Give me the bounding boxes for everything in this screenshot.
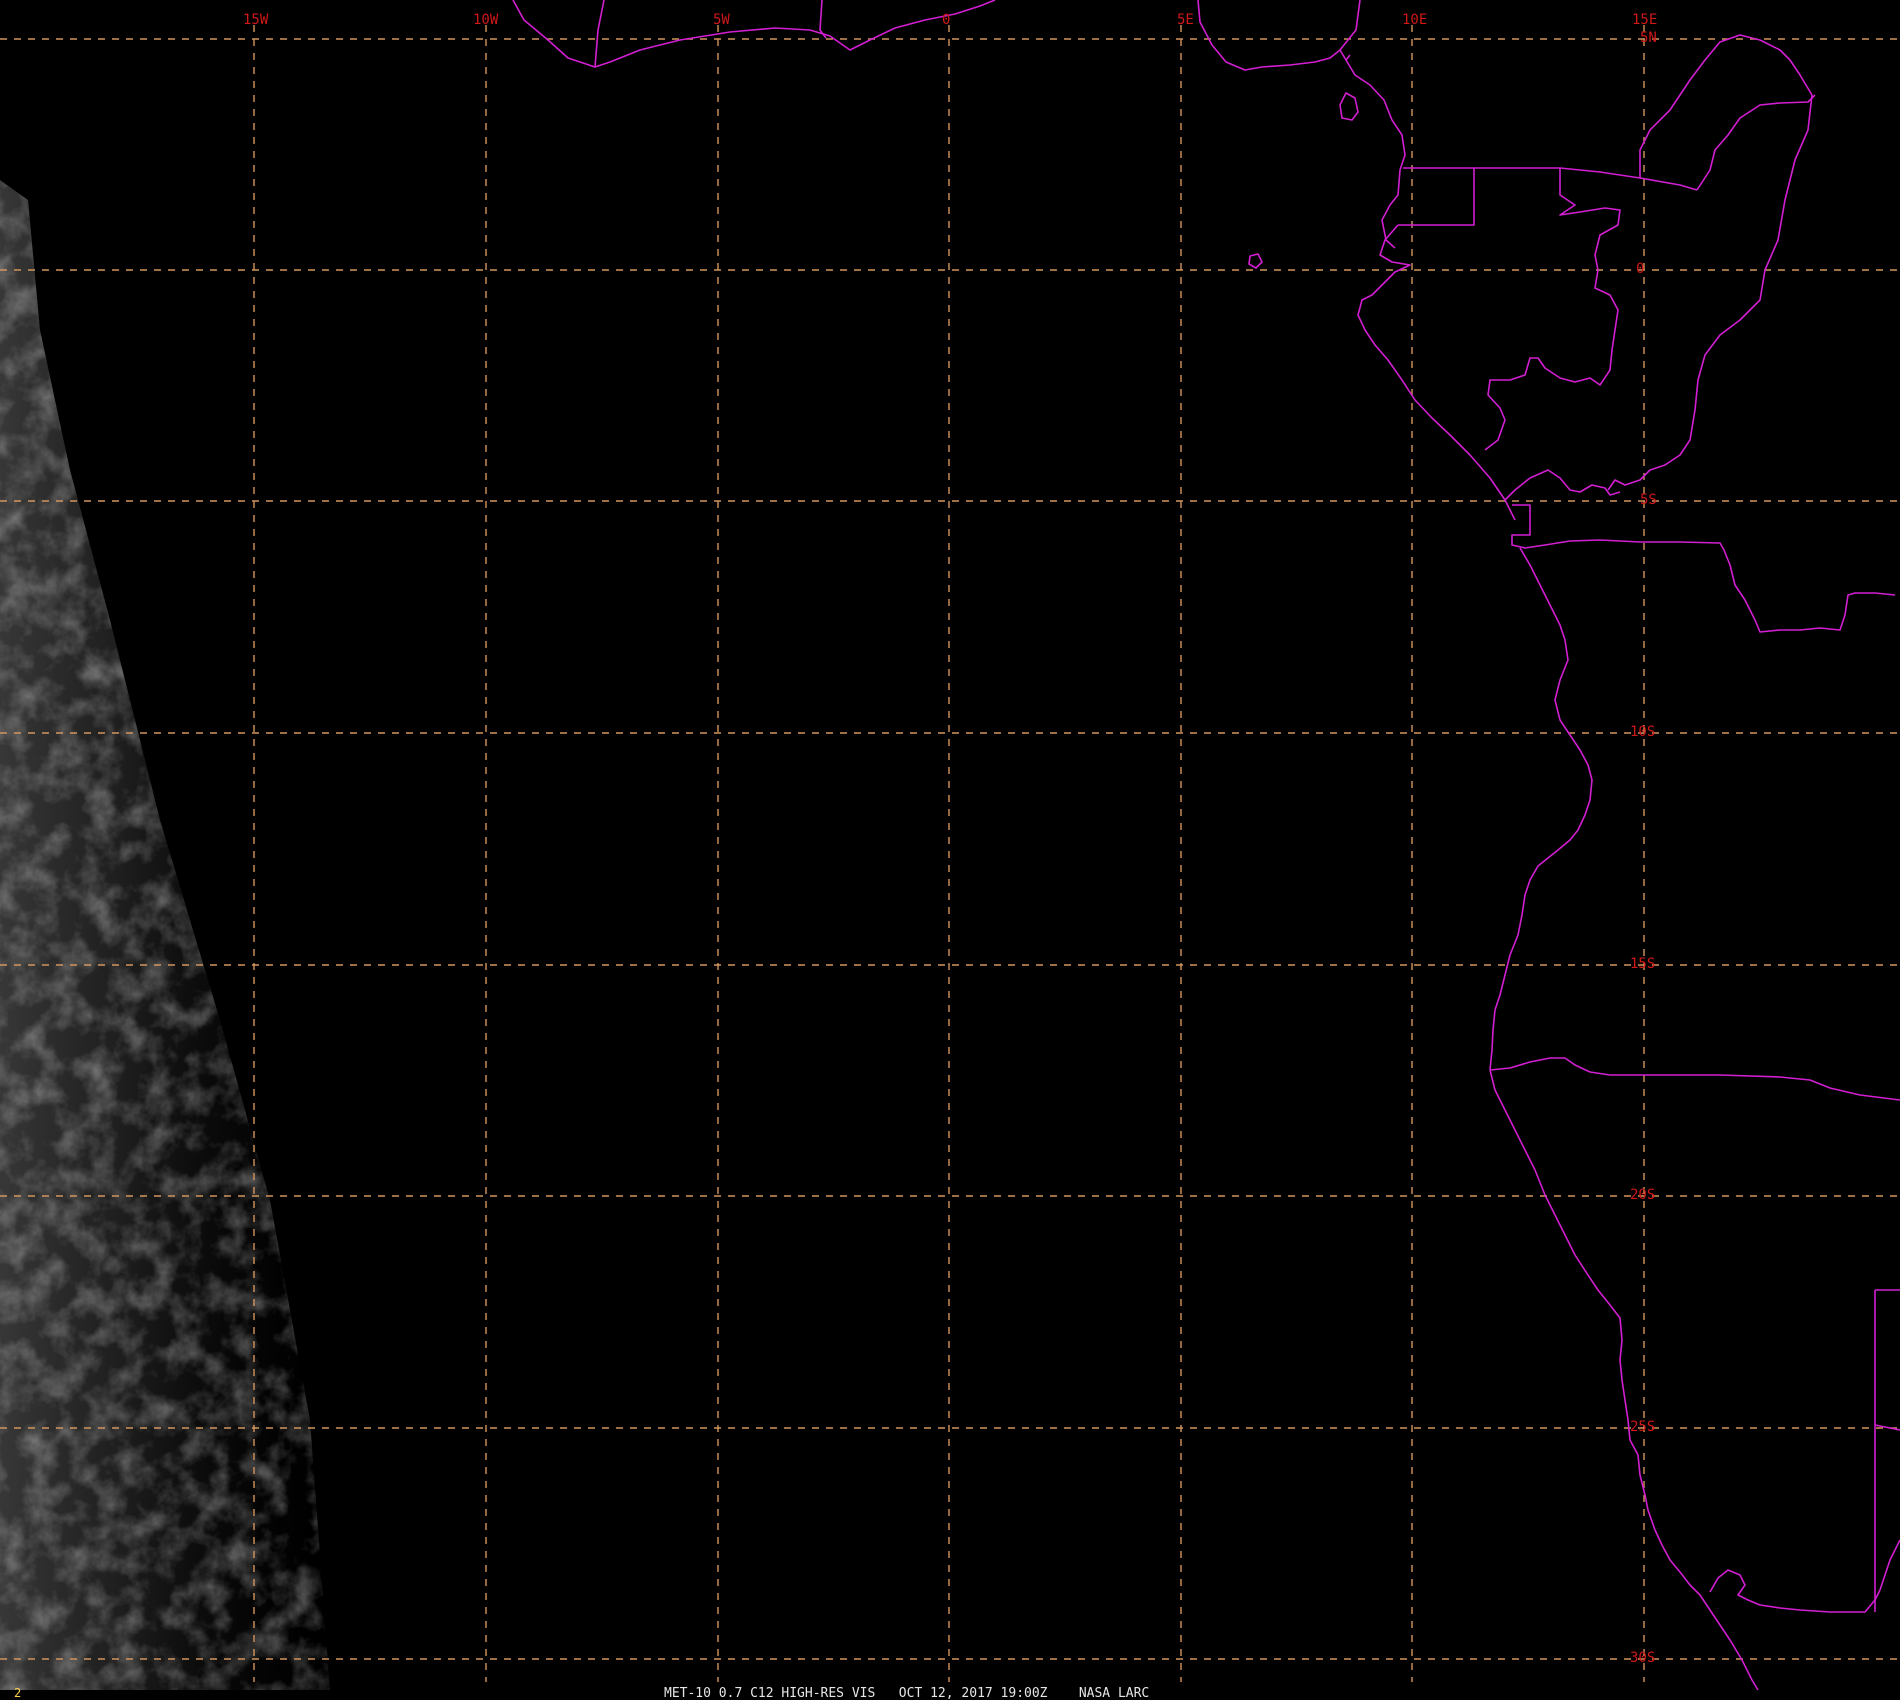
lat-label: 5N <box>1640 30 1657 46</box>
frame-number: 2 <box>14 1686 21 1700</box>
lon-label: 0 <box>942 12 950 28</box>
lon-label: 5W <box>713 12 730 28</box>
lon-label: 15W <box>243 12 269 28</box>
lat-label: 5S <box>1640 492 1657 508</box>
satellite-map: 15W 10W 5W 0 5E 10E 15E 5N 0 5S 10S 15S … <box>0 0 1900 1700</box>
lat-label: 20S <box>1630 1187 1655 1203</box>
lat-label: 25S <box>1630 1419 1655 1435</box>
lat-label: 0 <box>1636 261 1644 277</box>
lon-label: 15E <box>1632 12 1657 28</box>
lon-label: 10W <box>473 12 499 28</box>
lon-label: 10E <box>1402 12 1427 28</box>
lon-label: 5E <box>1177 12 1194 28</box>
lat-label: 15S <box>1630 956 1655 972</box>
lat-label: 10S <box>1630 724 1655 740</box>
lat-label: 30S <box>1630 1650 1655 1666</box>
image-caption: MET-10 0.7 C12 HIGH-RES VIS OCT 12, 2017… <box>664 1686 1149 1700</box>
